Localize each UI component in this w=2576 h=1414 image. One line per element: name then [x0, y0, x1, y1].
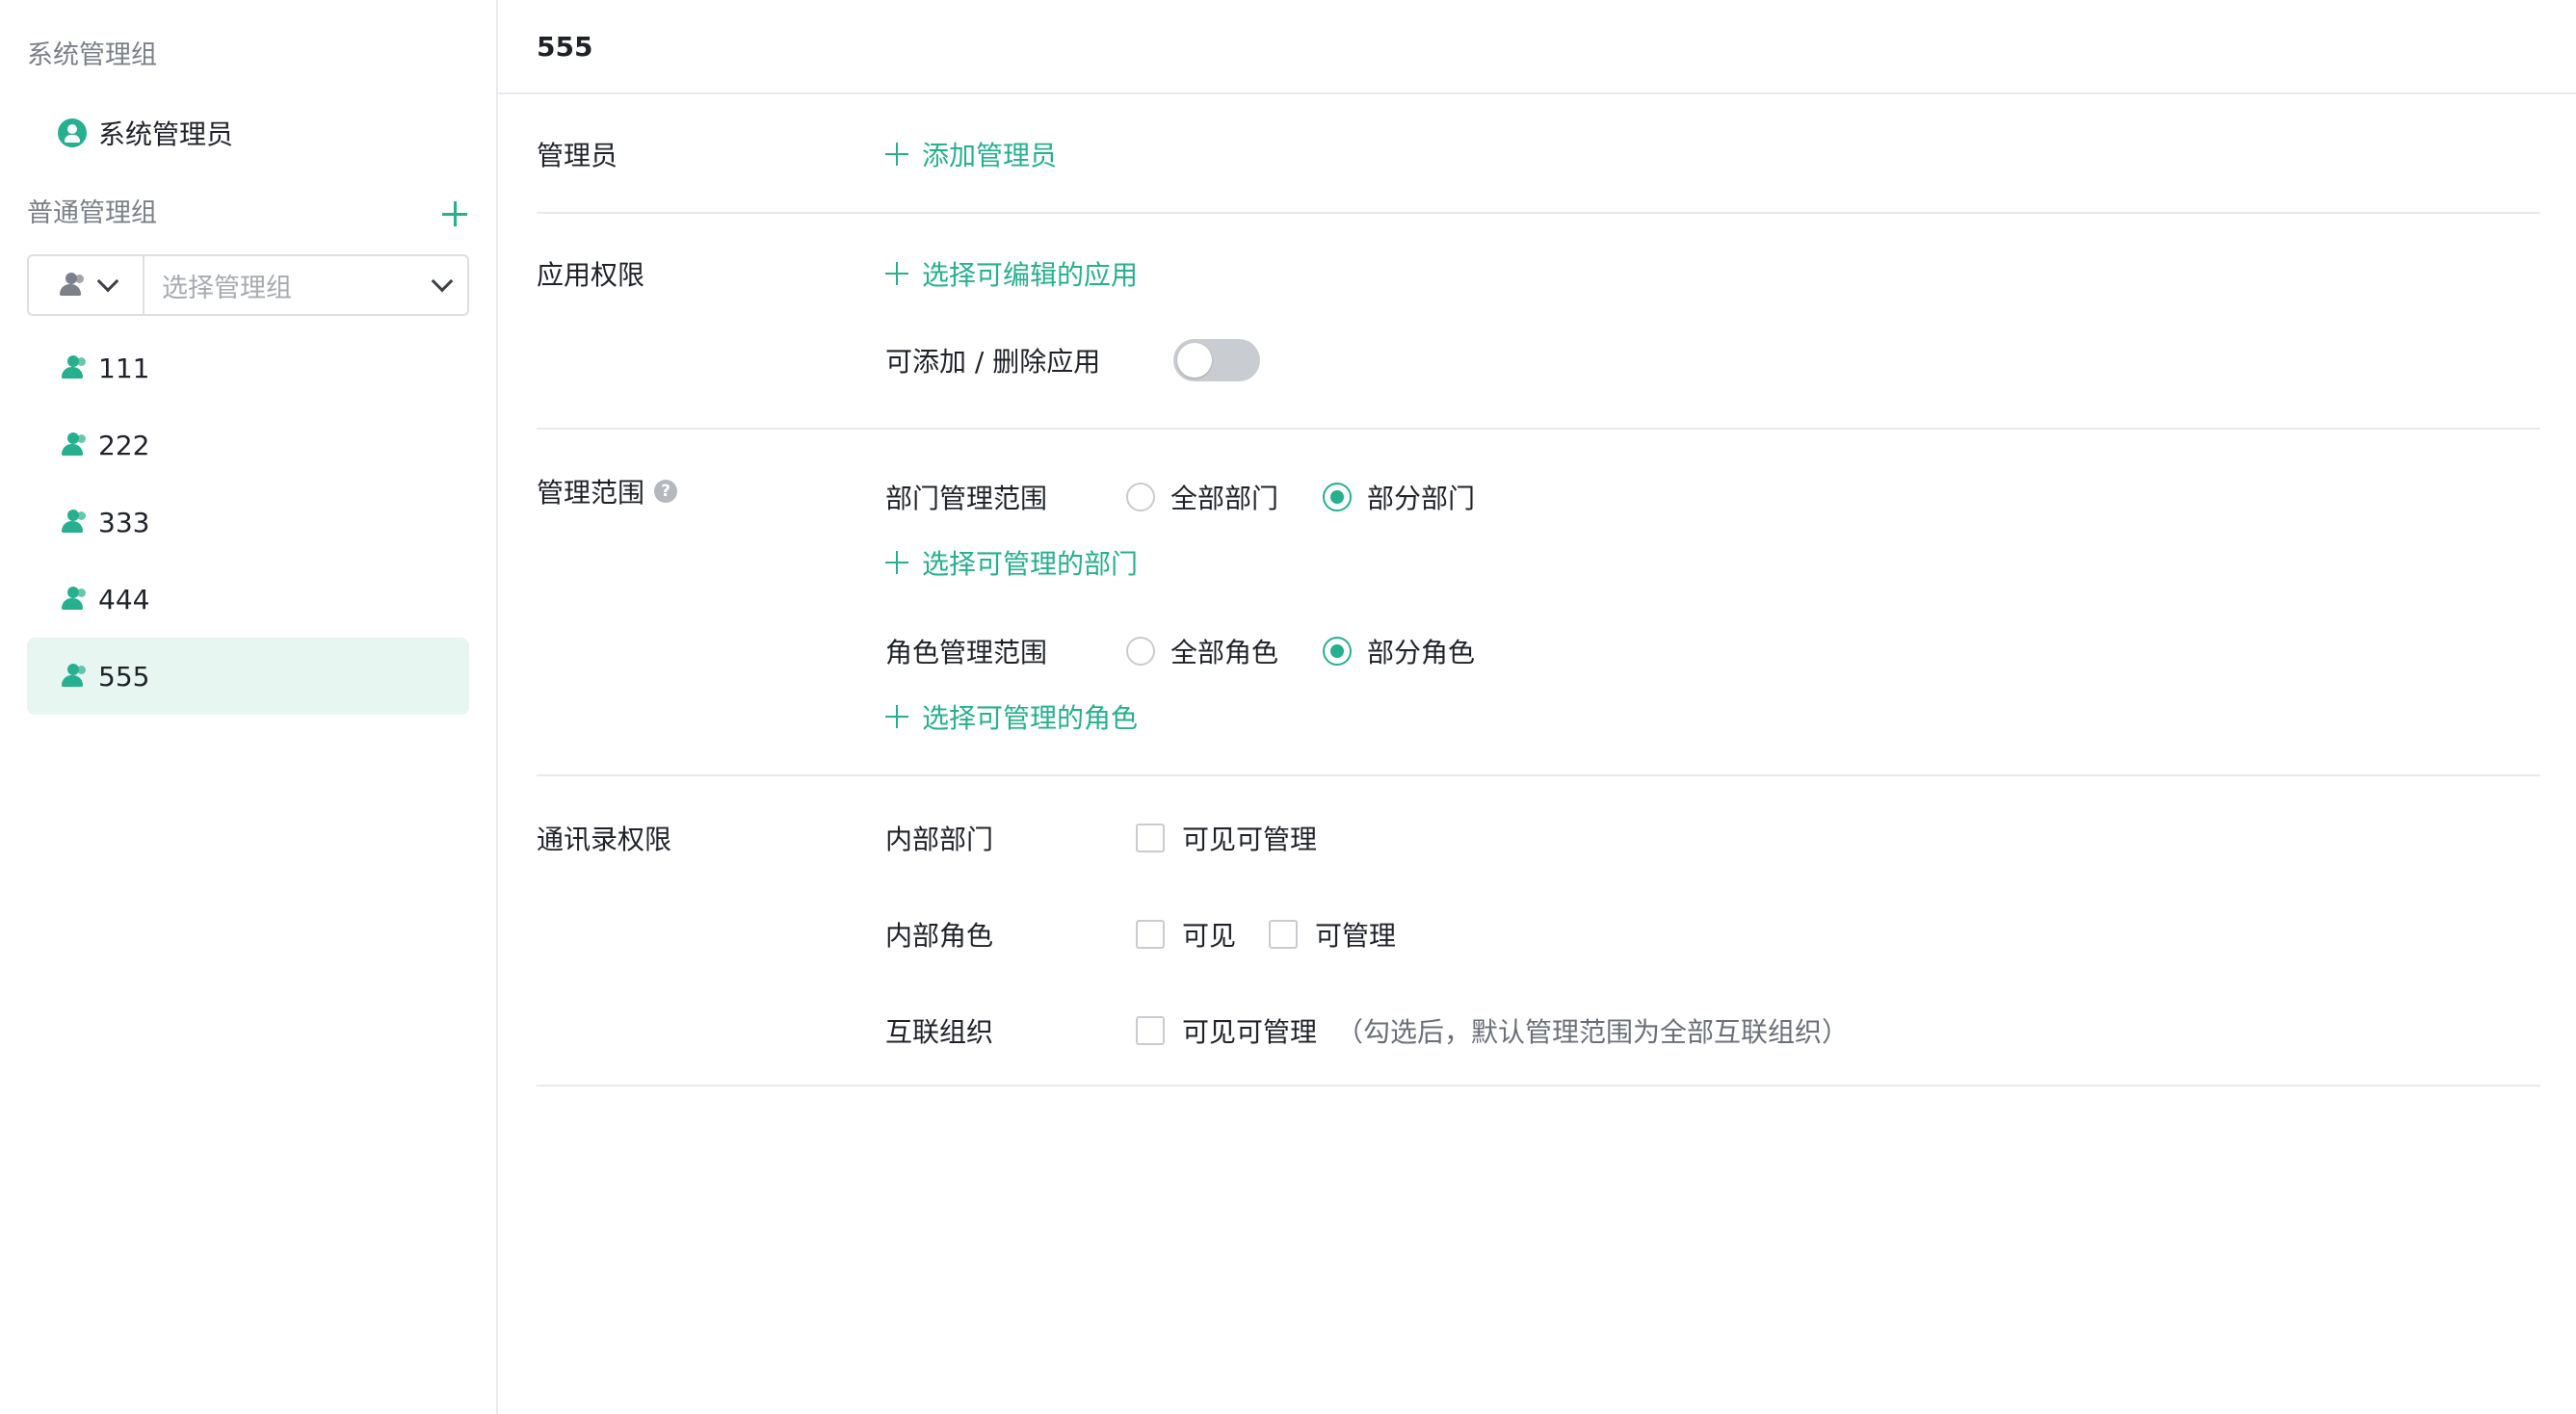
scope-label: 管理范围	[537, 477, 645, 509]
group-item-555[interactable]: 555	[27, 638, 469, 715]
app-permission-label: 应用权限	[537, 259, 645, 291]
chevron-down-icon	[431, 270, 454, 293]
add-delete-apps-toggle[interactable]	[1173, 339, 1261, 381]
internal-role-manage-checkbox[interactable]	[1269, 920, 1299, 949]
interconnect-manage-label: 可见可管理	[1182, 1016, 1318, 1048]
group-item-label: 222	[98, 429, 150, 461]
group-item-111[interactable]: 111	[27, 329, 469, 406]
group-item-444[interactable]: 444	[27, 561, 469, 638]
group-select-placeholder: 选择管理组	[162, 273, 292, 303]
app-root: 系统管理组 系统管理员 普通管理组 选择管理组 111 222 333 444 …	[0, 0, 2576, 1414]
group-item-222[interactable]: 222	[27, 406, 469, 484]
group-item-label: 111	[98, 352, 150, 384]
select-apps-label: 选择可编辑的应用	[922, 259, 1139, 291]
add-delete-apps-label: 可添加 / 删除应用	[885, 346, 1101, 378]
people-icon	[58, 432, 89, 458]
people-icon	[58, 355, 89, 380]
plus-icon	[885, 705, 908, 728]
radio-all-depts-label: 全部部门	[1170, 483, 1279, 514]
select-roles-link[interactable]: 选择可管理的角色	[885, 697, 1138, 736]
user-icon	[58, 118, 87, 147]
people-icon	[58, 587, 89, 612]
group-item-label: 555	[98, 660, 150, 693]
people-icon	[56, 273, 87, 298]
add-admin-label: 添加管理员	[922, 140, 1058, 171]
normal-group-header: 普通管理组	[27, 195, 469, 233]
add-admin-link[interactable]: 添加管理员	[885, 135, 1057, 173]
select-roles-label: 选择可管理的角色	[922, 702, 1139, 734]
help-icon[interactable]: ?	[654, 480, 678, 503]
group-item-label: 333	[98, 506, 150, 538]
internal-dept-manage-checkbox[interactable]	[1136, 824, 1165, 852]
radio-some-roles-label: 部分角色	[1367, 637, 1476, 668]
interconnect-manage-checkbox[interactable]	[1136, 1016, 1165, 1045]
group-type-dropdown[interactable]	[29, 256, 145, 314]
internal-dept-manage-label: 可见可管理	[1182, 824, 1318, 855]
scope-label-wrap: 管理范围 ?	[537, 472, 678, 511]
dept-scope-label: 部门管理范围	[885, 483, 1048, 514]
system-group-title: 系统管理组	[27, 40, 157, 70]
main-panel: 555 管理员 添加管理员 应用权限 选择可编辑的应用 可添加 / 删除应用 管…	[498, 0, 2576, 1414]
sidebar: 系统管理组 系统管理员 普通管理组 选择管理组 111 222 333 444 …	[0, 0, 498, 1414]
plus-icon	[885, 143, 908, 166]
group-select-input[interactable]: 选择管理组	[145, 256, 467, 314]
chevron-down-icon	[96, 270, 119, 293]
system-admin-label: 系统管理员	[98, 118, 234, 150]
add-group-button[interactable]	[440, 199, 469, 228]
contacts-label: 通讯录权限	[537, 824, 672, 855]
contacts-section: 通讯录权限 内部部门 可见可管理 内部角色 可见 可管理 互联组织 可见可管理 …	[537, 776, 2540, 1087]
group-item-label: 444	[98, 583, 150, 615]
radio-some-depts[interactable]	[1323, 483, 1353, 511]
page-title: 555	[498, 0, 2576, 94]
normal-group-title: 普通管理组	[27, 198, 157, 228]
select-depts-link[interactable]: 选择可管理的部门	[885, 543, 1138, 582]
scope-section: 管理范围 ? 部门管理范围 全部部门 部分部门 选择可管理的部门 角色管理范围 …	[537, 430, 2540, 776]
internal-role-visible-checkbox[interactable]	[1136, 920, 1165, 949]
select-apps-link[interactable]: 选择可编辑的应用	[885, 254, 1138, 293]
plus-icon	[885, 551, 908, 574]
app-permission-section: 应用权限 选择可编辑的应用 可添加 / 删除应用	[537, 214, 2540, 430]
plus-icon	[885, 262, 908, 285]
internal-dept-label: 内部部门	[885, 824, 994, 855]
internal-role-label: 内部角色	[885, 920, 994, 952]
group-item-333[interactable]: 333	[27, 484, 469, 561]
internal-role-manage-label: 可管理	[1315, 920, 1397, 952]
people-icon	[58, 510, 89, 535]
role-scope-label: 角色管理范围	[885, 637, 1048, 668]
interconnect-note: （勾选后，默认管理范围为全部互联组织）	[1336, 1016, 1850, 1048]
group-list: 111 222 333 444 555	[27, 329, 469, 715]
group-selector: 选择管理组	[27, 254, 469, 316]
select-depts-label: 选择可管理的部门	[922, 548, 1139, 580]
admins-section: 管理员 添加管理员	[537, 94, 2540, 214]
admins-label: 管理员	[537, 140, 618, 171]
radio-some-roles[interactable]	[1323, 637, 1353, 666]
radio-all-depts[interactable]	[1126, 483, 1155, 511]
interconnect-label: 互联组织	[885, 1016, 994, 1048]
people-icon	[58, 664, 89, 689]
radio-all-roles-label: 全部角色	[1170, 637, 1279, 668]
system-admin-item[interactable]: 系统管理员	[58, 114, 469, 152]
internal-role-visible-label: 可见	[1182, 920, 1237, 952]
radio-all-roles[interactable]	[1126, 637, 1155, 666]
radio-some-depts-label: 部分部门	[1367, 483, 1476, 514]
